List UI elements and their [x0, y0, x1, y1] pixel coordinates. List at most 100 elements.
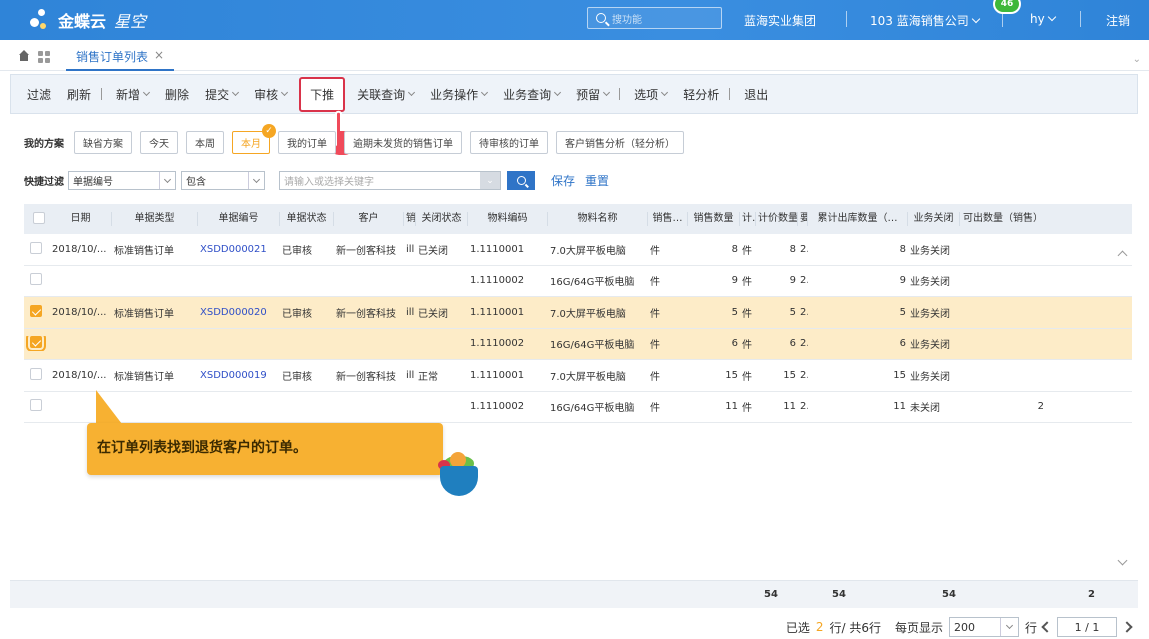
table-row[interactable]: 2018/10/... 标准销售订单 XSDD000021 已审核 新一创客科技 ill 已… — [24, 234, 1132, 266]
column-header[interactable]: 关闭状态 — [416, 212, 468, 226]
scheme-chip-this-week[interactable]: 本周 — [186, 131, 224, 154]
options-button[interactable]: 选项 — [634, 86, 669, 103]
submit-button[interactable]: 提交 — [205, 86, 240, 103]
cell-price-qty: 11 — [783, 401, 796, 413]
page-input[interactable]: 1 / 1 — [1057, 617, 1117, 637]
check-icon: ✓ — [262, 124, 276, 138]
tab-sales-order-list[interactable]: 销售订单列表 × — [66, 42, 175, 71]
keyword-input[interactable]: 请输入或选择关键字 ⌄ — [279, 171, 501, 190]
scheme-chip-today[interactable]: 今天 — [140, 131, 178, 154]
cell-close: 已关闭 — [418, 245, 448, 257]
scheme-chip-pending-audit[interactable]: 待审核的订单 — [470, 131, 548, 154]
row-checkbox[interactable] — [30, 399, 42, 412]
chevron-down-icon — [143, 88, 151, 96]
search-button[interactable] — [507, 171, 535, 190]
table-row[interactable]: 1.1110002 16G/64G平板电脑 件 11 件 11 2... 11 未关闭 2 — [24, 392, 1132, 423]
scheme-chip-overdue-orders[interactable]: 逾期未发货的销售订单 — [344, 131, 462, 154]
cell-unit: 件 — [650, 277, 660, 289]
header-divider — [846, 11, 847, 27]
linked-query-button[interactable]: 关联查询 — [357, 86, 416, 103]
notification-badge[interactable]: 46 — [993, 0, 1021, 14]
filter-operator-select[interactable]: 包含 — [181, 171, 265, 190]
cell-u2: 件 — [742, 340, 752, 352]
close-icon[interactable]: × — [154, 48, 164, 69]
new-button[interactable]: 新增 — [116, 86, 151, 103]
audit-button[interactable]: 审核 — [254, 86, 289, 103]
reset-filter-button[interactable]: 重置 — [585, 172, 609, 189]
scroll-down-icon[interactable] — [1117, 555, 1128, 566]
totals-row: 54 54 54 2 — [10, 580, 1138, 608]
cell-u2: 件 — [742, 277, 752, 289]
row-select-cell — [24, 273, 50, 288]
column-header[interactable]: 单据状态 — [280, 212, 334, 226]
row-checkbox[interactable] — [30, 304, 42, 317]
next-page-icon[interactable] — [1121, 621, 1133, 633]
scheme-chip-my-orders[interactable]: 我的订单 — [278, 131, 336, 154]
logout-link[interactable]: 注销 — [1106, 12, 1130, 29]
column-header[interactable]: 客户 — [334, 212, 404, 226]
scheme-chip-default[interactable]: 缺省方案 — [74, 131, 132, 154]
table-row[interactable]: 1.111000216G/64G平板电脑件6件62...6业务关闭 — [24, 328, 1132, 360]
column-header[interactable]: 物料编码 — [468, 212, 548, 226]
column-header[interactable]: 要… — [798, 212, 808, 226]
scheme-chip-this-month[interactable]: 本月 ✓ — [232, 124, 276, 154]
user-menu[interactable]: hy — [1030, 12, 1056, 26]
refresh-button[interactable]: 刷新 — [67, 86, 91, 103]
app-grid-icon[interactable] — [38, 51, 50, 63]
reserve-button[interactable]: 预留 — [576, 86, 611, 103]
save-filter-button[interactable]: 保存 — [551, 172, 575, 189]
column-header[interactable]: 单据类型 — [112, 212, 198, 226]
column-header[interactable]: 销售数量 — [688, 212, 740, 226]
cell-biz-close: 未关闭 — [910, 403, 940, 415]
table-row[interactable]: 1.111000216G/64G平板电脑件9件92...9业务关闭 — [24, 266, 1132, 297]
column-header[interactable]: 计… — [740, 212, 756, 226]
row-checkbox[interactable] — [26, 336, 46, 352]
column-header[interactable]: 销 — [404, 212, 416, 226]
cell-type: 标准销售订单 — [114, 245, 174, 257]
double-chevron-down-icon[interactable]: ⌄ — [480, 172, 500, 189]
pager: 已选 2 行/ 共6行 每页显示 200 行 1 / 1 — [786, 617, 1133, 637]
guide-tooltip: 在订单列表找到退货客户的订单。 — [87, 423, 443, 475]
group-name[interactable]: 蓝海实业集团 — [744, 12, 816, 29]
chevron-down-icon — [408, 88, 416, 96]
delete-button[interactable]: 删除 — [165, 86, 189, 103]
exit-button[interactable]: 退出 — [744, 86, 768, 103]
row-checkbox[interactable] — [30, 241, 42, 254]
column-header[interactable]: 业务关闭 — [908, 212, 960, 226]
row-checkbox[interactable] — [30, 273, 42, 286]
filter-button[interactable]: 过滤 — [27, 86, 51, 103]
cell-close: 已关闭 — [418, 308, 448, 320]
business-query-button[interactable]: 业务查询 — [503, 86, 562, 103]
function-search-input[interactable]: 搜功能 — [587, 7, 722, 29]
filter-field-select[interactable]: 单据编号 — [68, 171, 176, 190]
per-page-select[interactable]: 200 — [948, 617, 1019, 637]
push-down-button[interactable]: 下推 — [299, 76, 346, 112]
column-header[interactable]: 可出数量（销售） — [960, 212, 1046, 226]
light-analysis-button[interactable]: 轻分析 — [683, 86, 719, 103]
table-row[interactable]: 2018/10/... 标准销售订单 XSDD000019 已审核 新一创客科技 ill 正… — [24, 360, 1132, 392]
business-ops-button[interactable]: 业务操作 — [430, 86, 489, 103]
cell-no[interactable]: XSDD000020 — [198, 307, 280, 318]
table-row[interactable]: 2018/10/... 标准销售订单 XSDD000020 已审核 新一创客科技 ill 已… — [24, 297, 1132, 329]
brand-logo[interactable]: 金蝶云 星空 — [30, 8, 146, 32]
column-header[interactable]: 累计出库数量（… — [808, 212, 908, 226]
cell-no[interactable]: XSDD000019 — [198, 370, 280, 381]
row-checkbox[interactable] — [30, 367, 42, 380]
column-header[interactable]: 单据编号 — [198, 212, 280, 226]
column-header[interactable]: 计价数量 — [756, 212, 798, 226]
column-header[interactable]: 日期 — [50, 212, 112, 226]
cell-customer: 新一创客科技 — [336, 308, 396, 320]
double-chevron-down-icon[interactable]: ⌄ — [1133, 54, 1141, 65]
select-all-checkbox[interactable] — [33, 212, 45, 224]
cell-qty: 15 — [725, 369, 738, 381]
home-icon[interactable] — [18, 50, 30, 62]
column-header[interactable]: 销售… — [648, 212, 688, 226]
prev-page-icon[interactable] — [1041, 621, 1053, 633]
vertical-scrollbar[interactable] — [1116, 240, 1130, 570]
cell-no[interactable]: XSDD000021 — [198, 244, 280, 255]
org-selector[interactable]: 103 蓝海销售公司 — [870, 12, 980, 29]
column-header[interactable]: 物料名称 — [548, 212, 648, 226]
scheme-chip-customer-analysis[interactable]: 客户销售分析（轻分析） — [556, 131, 684, 154]
scroll-up-icon[interactable] — [1117, 250, 1128, 261]
cell-biz-close: 业务关闭 — [910, 308, 950, 320]
